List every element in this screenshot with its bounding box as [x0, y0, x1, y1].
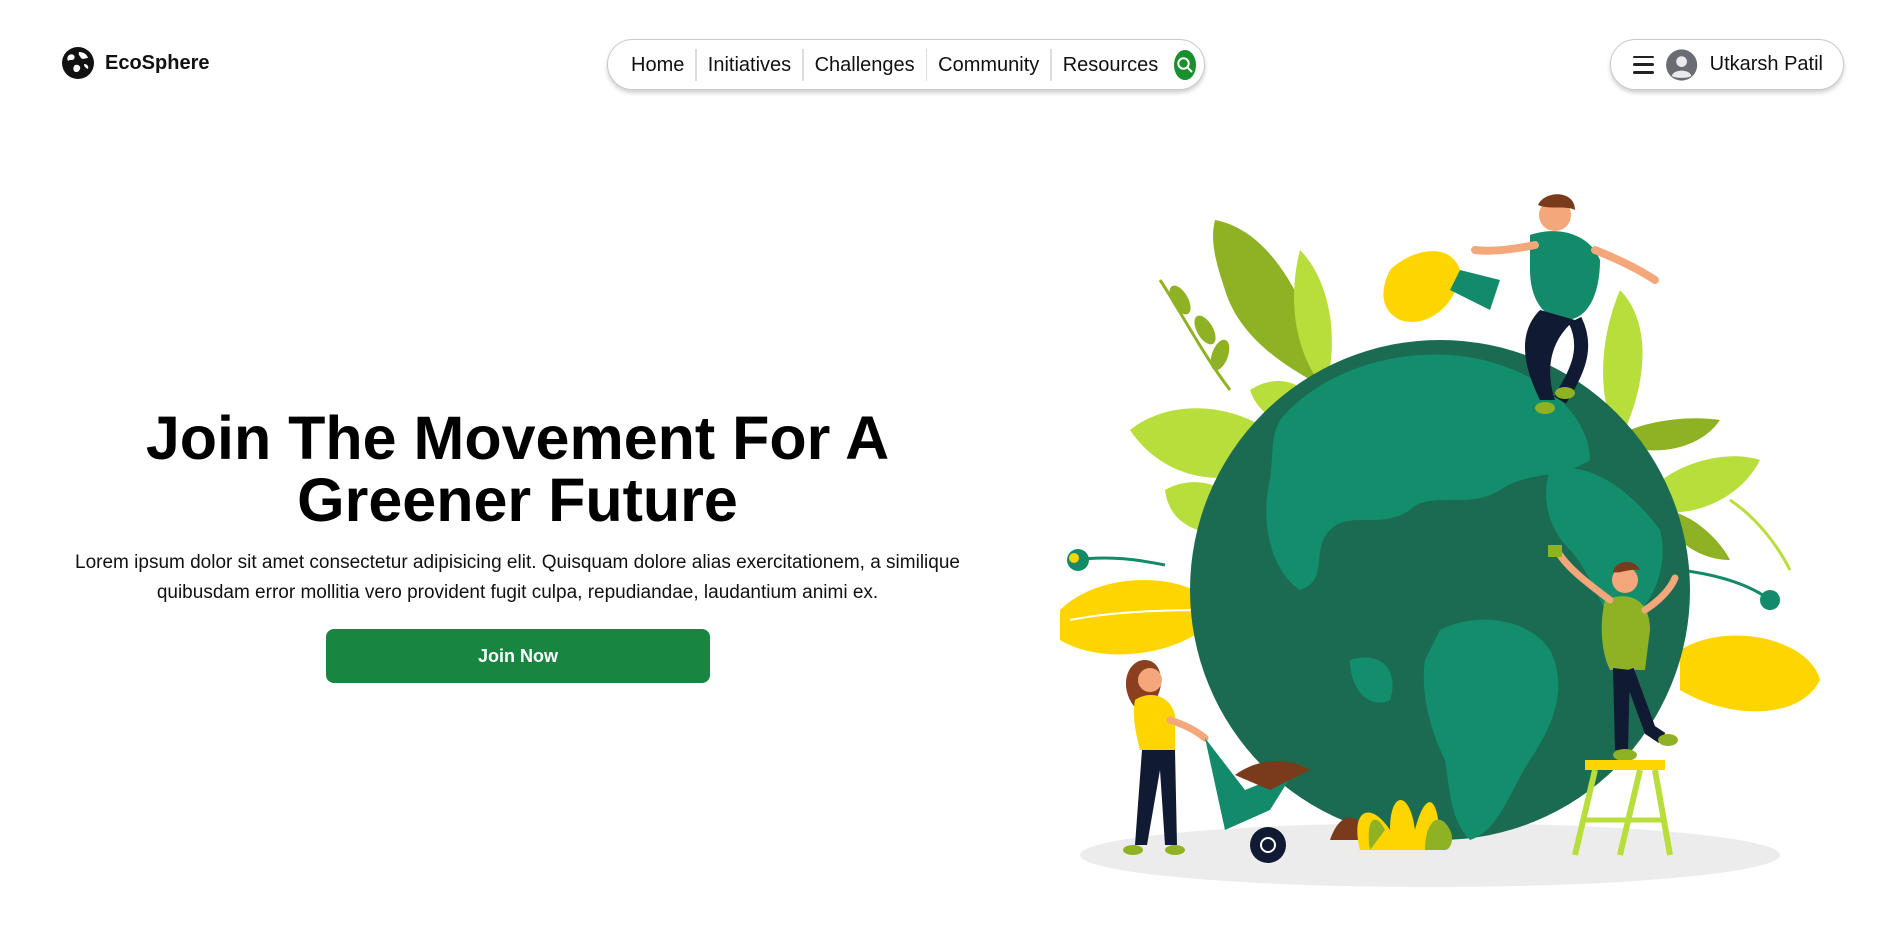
nav-item-community[interactable]: Community: [927, 48, 1050, 82]
nav-item-challenges[interactable]: Challenges: [804, 48, 926, 82]
main-nav: Home Initiatives Challenges Community Re…: [607, 39, 1205, 90]
join-now-button[interactable]: Join Now: [326, 629, 710, 683]
hamburger-menu-icon[interactable]: [1633, 55, 1655, 74]
brand-name: EcoSphere: [105, 51, 210, 74]
globe-logo-icon: [62, 47, 94, 79]
hero-title: Join The Movement For A Greener Future: [145, 404, 890, 534]
user-name: Utkarsh Patil: [1709, 53, 1823, 75]
user-avatar-icon: [1666, 48, 1698, 81]
nav-item-home[interactable]: Home: [620, 48, 695, 82]
page: EcoSphere Home Initiatives Challenges Co…: [0, 0, 1892, 928]
search-button[interactable]: [1174, 49, 1196, 80]
brand[interactable]: EcoSphere: [61, 46, 209, 80]
nav-item-resources[interactable]: Resources: [1052, 48, 1170, 82]
nav-item-initiatives[interactable]: Initiatives: [697, 48, 802, 82]
earth-volunteers-illustration: [1060, 194, 1820, 887]
search-icon: [1177, 56, 1193, 72]
hero-description: Lorem ipsum dolor sit amet consectetur a…: [75, 552, 960, 603]
user-menu[interactable]: Utkarsh Patil: [1610, 39, 1844, 90]
